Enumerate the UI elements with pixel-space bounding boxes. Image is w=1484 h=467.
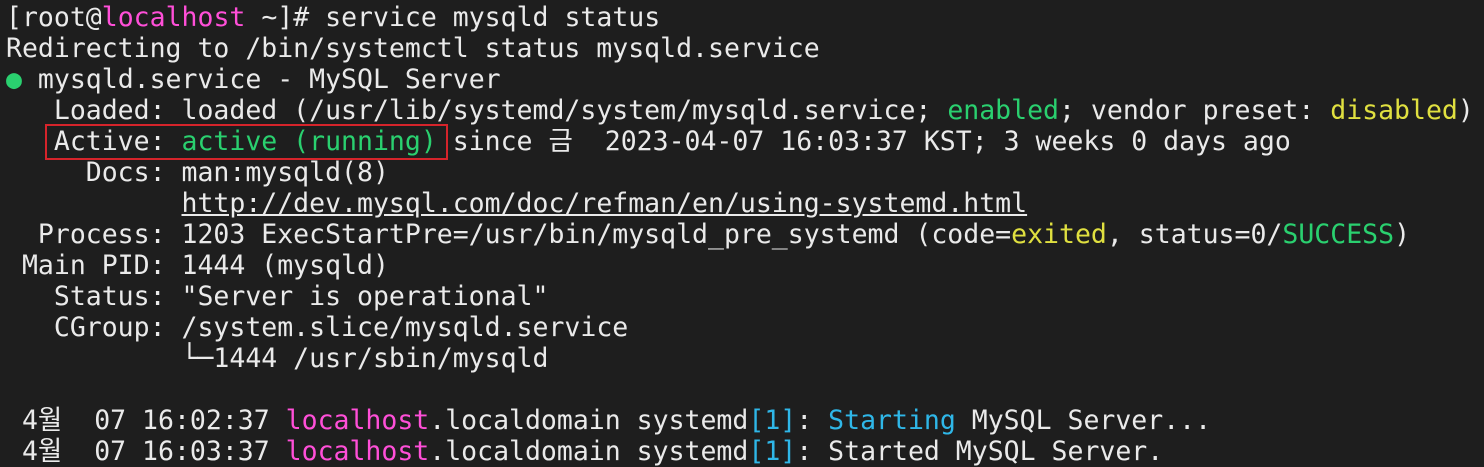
loaded-label: Loaded: (6, 95, 182, 126)
log-message: MySQL Server... (955, 405, 1212, 436)
log-message: Started MySQL Server. (828, 436, 1164, 467)
active-value: active (running) (181, 126, 437, 157)
active-label: Active: (6, 126, 182, 157)
prompt-user: root (21, 2, 86, 33)
loaded-enabled: enabled (947, 95, 1059, 126)
docs-url-link[interactable]: http://dev.mysql.com/doc/refman/en/using… (182, 188, 1028, 219)
loaded-line: Loaded: loaded (/usr/lib/systemd/system/… (6, 95, 1484, 126)
process-line: Process: 1203 ExecStartPre=/usr/bin/mysq… (6, 219, 1484, 250)
log-pid: 1 (764, 436, 781, 467)
log-host: localhost (285, 436, 430, 467)
docs-line: Docs: man:mysqld(8) (6, 157, 1484, 188)
cgroup-child: └─1444 /usr/sbin/mysqld (181, 343, 549, 374)
log-verb: Starting (828, 405, 956, 436)
loaded-disabled: disabled (1330, 95, 1458, 126)
cgroup-label: CGroup: (6, 312, 182, 343)
process-value: 1203 ExecStartPre=/usr/bin/mysqld_pre_sy… (181, 219, 1012, 250)
status-label: Status: (6, 281, 182, 312)
process-exited: exited (1011, 219, 1107, 250)
loaded-value: loaded (/usr/lib/systemd/system/mysqld.s… (181, 95, 948, 126)
docs-man: man:mysqld(8) (181, 157, 389, 188)
cgroup-value: /system.slice/mysqld.service (181, 312, 629, 343)
terminal-window[interactable]: [root@localhost ~]# service mysqld statu… (0, 0, 1484, 467)
redirect-line: Redirecting to /bin/systemctl status mys… (6, 33, 1484, 64)
status-value: "Server is operational" (181, 281, 549, 312)
docs-indent (6, 188, 182, 219)
prompt-line: [root@localhost ~]# service mysqld statu… (6, 2, 1484, 33)
prompt-host: localhost (101, 2, 246, 33)
service-title-line: ● mysqld.service - MySQL Server (6, 64, 1484, 95)
mainpid-value: 1444 (mysqld) (181, 250, 389, 281)
log-pid: 1 (764, 405, 781, 436)
log-bracket-close: ] (780, 405, 797, 436)
log-bracket-close: ] (780, 436, 797, 467)
active-line: Active: active (running) since 금 2023-04… (6, 126, 1484, 157)
prompt-command: service mysqld status (325, 2, 661, 33)
redirect-text: Redirecting to /bin/systemctl status mys… (6, 33, 820, 64)
prompt-at: @ (85, 2, 102, 33)
cgroup-child-indent (6, 343, 182, 374)
mainpid-label: Main PID: (6, 250, 182, 281)
log-bracket-open: [ (748, 436, 765, 467)
status-dot-icon: ● (6, 64, 22, 95)
log-date: 4월 07 16:03:37 (6, 436, 286, 467)
process-success: SUCCESS (1282, 219, 1395, 250)
loaded-end: ) (1457, 95, 1474, 126)
docs-label: Docs: (6, 157, 182, 188)
prompt-rest: ~]# (245, 2, 326, 33)
mainpid-line: Main PID: 1444 (mysqld) (6, 250, 1484, 281)
cgroup-child-line: └─1444 /usr/sbin/mysqld (6, 343, 1484, 374)
service-title: mysqld.service - MySQL Server (21, 64, 501, 95)
log-colon: : (796, 405, 829, 436)
process-label: Process: (6, 219, 182, 250)
active-rest: since 금 2023-04-07 16:03:37 KST; 3 weeks… (436, 126, 1291, 157)
loaded-mid: ; vendor preset: (1059, 95, 1331, 126)
log-line: 4월 07 16:02:37 localhost.localdomain sys… (6, 405, 1484, 436)
process-end: ) (1394, 219, 1411, 250)
docs-url-line: http://dev.mysql.com/doc/refman/en/using… (6, 188, 1484, 219)
log-domain: .localdomain systemd (429, 436, 749, 467)
log-colon: : (796, 436, 829, 467)
log-line: 4월 07 16:03:37 localhost.localdomain sys… (6, 436, 1484, 467)
process-mid: , status=0/ (1106, 219, 1283, 250)
cgroup-line: CGroup: /system.slice/mysqld.service (6, 312, 1484, 343)
log-date: 4월 07 16:02:37 (6, 405, 286, 436)
prompt-bracket-open: [ (6, 2, 22, 33)
log-host: localhost (285, 405, 430, 436)
log-bracket-open: [ (748, 405, 765, 436)
status-line: Status: "Server is operational" (6, 281, 1484, 312)
log-domain: .localdomain systemd (429, 405, 749, 436)
